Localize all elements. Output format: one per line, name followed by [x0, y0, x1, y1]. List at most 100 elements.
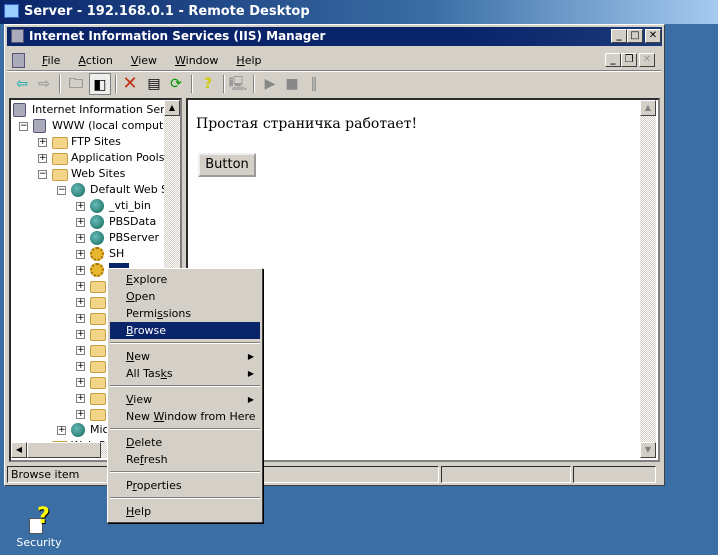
expand-icon[interactable]: + [38, 154, 47, 163]
collapse-icon[interactable]: − [38, 170, 47, 179]
context-menu-delete[interactable]: Delete [110, 434, 260, 451]
menu-window[interactable]: Window [166, 53, 227, 69]
expand-icon[interactable]: + [76, 266, 85, 275]
context-menu-properties[interactable]: Properties [110, 477, 260, 494]
collapse-icon[interactable]: − [19, 122, 28, 131]
menu-separator [110, 471, 260, 473]
tree-item-label: Application Pools [71, 151, 165, 164]
menu-view[interactable]: View [122, 53, 166, 69]
expand-icon[interactable]: + [76, 298, 85, 307]
menu-action[interactable]: Action [69, 53, 121, 69]
context-menu-browse[interactable]: Browse [110, 322, 260, 339]
child-close-button[interactable]: ✕ [639, 53, 655, 67]
scroll-left-button[interactable]: ◀ [11, 442, 27, 458]
expand-icon[interactable]: + [76, 394, 85, 403]
help-icon[interactable]: ? [197, 73, 219, 95]
expand-icon[interactable]: + [57, 426, 66, 435]
properties-icon[interactable]: ▤ [143, 73, 165, 95]
menu-file[interactable]: File [33, 53, 69, 69]
content-vertical-scrollbar[interactable]: ▲ ▼ [640, 100, 656, 458]
expand-icon[interactable]: + [76, 346, 85, 355]
tree-item-label: Internet Information Servic [32, 103, 181, 116]
tree-item[interactable]: + Application Pools [11, 150, 165, 166]
expand-icon[interactable]: + [76, 378, 85, 387]
toolbar-separator [191, 75, 193, 93]
child-minimize-button[interactable]: _ [605, 53, 621, 67]
remote-desktop-icon [4, 4, 19, 18]
tree-item-label: FTP Sites [71, 135, 121, 148]
expand-icon[interactable]: + [38, 138, 47, 147]
expand-icon[interactable]: + [76, 330, 85, 339]
expand-icon[interactable]: + [76, 362, 85, 371]
tree-item-label: SH [109, 247, 125, 260]
toolbar-separator [59, 75, 61, 93]
folder-icon [90, 393, 106, 405]
refresh-icon[interactable]: ⟳ [165, 73, 187, 95]
expand-icon[interactable]: + [76, 282, 85, 291]
maximize-button[interactable]: □ [627, 29, 643, 43]
tree-item[interactable]: Internet Information Servic [11, 102, 180, 118]
folder-icon [90, 329, 106, 341]
tree-item[interactable]: + PBServer [11, 230, 161, 246]
scroll-down-button[interactable]: ▼ [640, 442, 656, 458]
menu-separator [110, 342, 260, 344]
gear-icon [90, 263, 104, 277]
collapse-icon[interactable]: − [57, 186, 66, 195]
menu-help[interactable]: Help [227, 53, 270, 69]
toolbar-separator [223, 75, 225, 93]
context-menu-permissions[interactable]: Permissions [110, 305, 260, 322]
expand-icon[interactable]: + [76, 314, 85, 323]
tree-item[interactable]: + SH [11, 246, 161, 262]
folder-icon [90, 409, 106, 421]
folder-icon [90, 281, 106, 293]
delete-icon[interactable]: ✕ [119, 73, 141, 95]
scroll-up-button[interactable]: ▲ [640, 100, 656, 116]
folder-icon [90, 345, 106, 357]
scroll-up-button[interactable]: ▲ [164, 100, 180, 116]
context-menu-open[interactable]: Open [110, 288, 260, 305]
forward-icon[interactable]: ⇨ [33, 73, 55, 95]
minimize-button[interactable]: _ [611, 29, 627, 43]
context-menu-all-tasks[interactable]: All Tasks ▶ [110, 365, 260, 382]
tree-item[interactable]: + PBSData [11, 214, 161, 230]
tree-item[interactable]: + _vti_bin [11, 198, 161, 214]
back-icon[interactable]: ⇦ [11, 73, 33, 95]
context-menu-refresh[interactable]: Refresh [110, 451, 260, 468]
folder-icon [52, 169, 68, 181]
context-menu-new[interactable]: New ▶ [110, 348, 260, 365]
child-restore-button[interactable]: ❐ [621, 53, 637, 67]
folder-icon [90, 361, 106, 373]
menu-separator [110, 385, 260, 387]
tree-item[interactable]: − WWW (local computer) [11, 118, 179, 134]
globe-icon [90, 215, 104, 229]
connect-computer-icon[interactable]: 🖳 [227, 73, 249, 95]
desktop-icon-security[interactable]: ? Security [14, 504, 64, 549]
context-menu-help[interactable]: Help [110, 503, 260, 520]
scroll-thumb[interactable] [27, 442, 101, 458]
stop-icon[interactable]: ■ [281, 73, 303, 95]
expand-icon[interactable]: + [76, 410, 85, 419]
pause-icon[interactable]: ‖ [303, 73, 325, 95]
close-button[interactable]: ✕ [645, 29, 661, 43]
page-button[interactable]: Button [198, 153, 256, 177]
tree-item[interactable]: − Web Sites [11, 166, 161, 182]
context-menu-view[interactable]: View ▶ [110, 391, 260, 408]
tree-item-label: Default Web Sit [90, 183, 176, 196]
globe-icon [71, 423, 85, 437]
window-titlebar: Internet Information Services (IIS) Mana… [7, 27, 662, 46]
tree-item[interactable]: − Default Web Sit [11, 182, 176, 198]
expand-icon[interactable]: + [76, 234, 85, 243]
tree-item[interactable]: + FTP Sites [11, 134, 161, 150]
start-icon[interactable]: ▶ [259, 73, 281, 95]
show-hide-tree-icon[interactable]: ◧ [89, 73, 111, 95]
expand-icon[interactable]: + [76, 218, 85, 227]
menu-separator [110, 428, 260, 430]
globe-icon [71, 183, 85, 197]
context-menu-new-window-from-here[interactable]: New Window from Here [110, 408, 260, 425]
submenu-arrow-icon: ▶ [247, 395, 254, 404]
expand-icon[interactable]: + [76, 202, 85, 211]
context-menu-explore[interactable]: Explore [110, 271, 260, 288]
up-folder-icon[interactable]: 🗀 [65, 73, 87, 95]
expand-icon[interactable]: + [76, 250, 85, 259]
context-menu: Explore Open Permissions Browse New ▶ All Task… [107, 268, 263, 523]
